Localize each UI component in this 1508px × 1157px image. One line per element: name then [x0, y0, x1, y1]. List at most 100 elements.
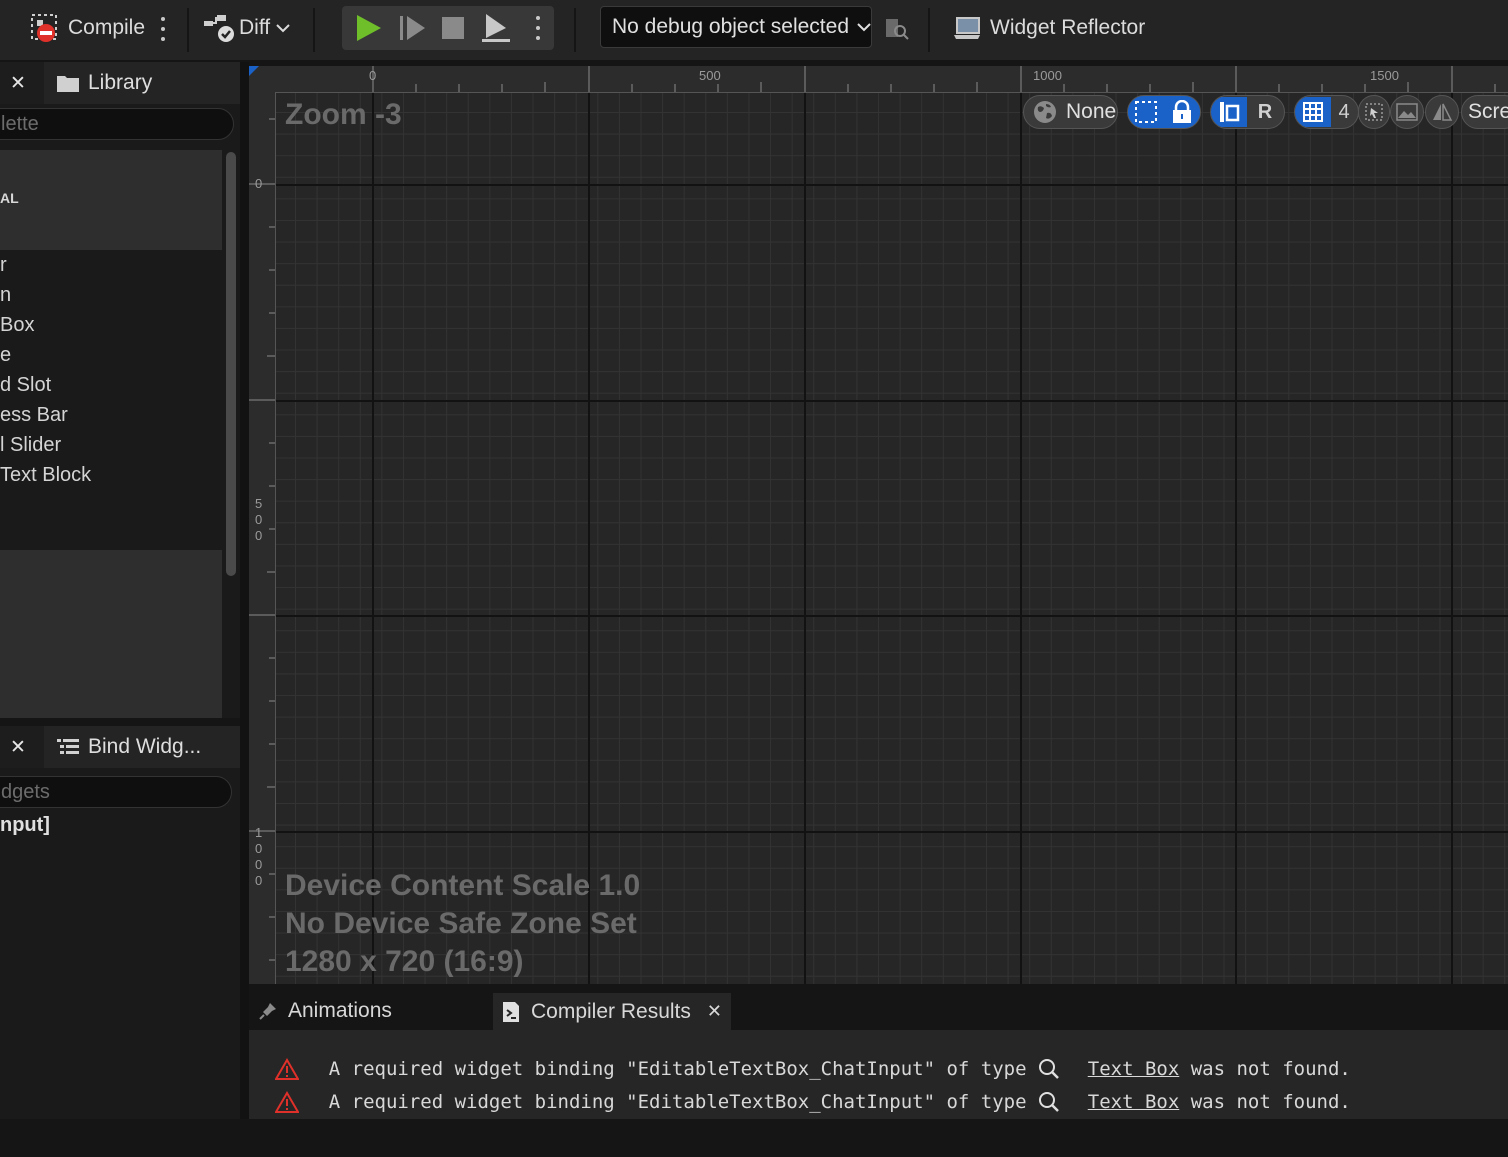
diff-button[interactable]: Diff	[203, 0, 290, 56]
grid-major-line	[275, 400, 1508, 402]
tab-compiler-results[interactable]: Compiler Results ✕	[493, 993, 731, 1030]
find-debug-object-icon[interactable]	[884, 15, 910, 41]
palette-category-header[interactable]: AL	[0, 150, 222, 250]
toolbar-divider	[574, 8, 576, 52]
grid-major-line	[588, 92, 590, 984]
grid-snap-group: 4	[1294, 95, 1359, 129]
render-transform-button[interactable]: R	[1247, 101, 1283, 124]
ruler-top[interactable]: 0 500 1000 1500	[249, 66, 1508, 93]
grid-snap-value[interactable]: 4	[1331, 101, 1357, 124]
close-icon[interactable]: ✕	[6, 726, 30, 768]
grid-major-line	[1020, 92, 1022, 984]
grid-major-line	[1451, 92, 1453, 984]
play-options-icon[interactable]	[531, 13, 545, 43]
grid-major-line	[275, 831, 1508, 833]
folder-icon	[56, 73, 80, 93]
palette-search-input[interactable]: lette	[0, 108, 234, 140]
diff-label: Diff	[239, 16, 271, 39]
left-panel: ✕ Library lette AL r n Box e d Slot ess …	[0, 62, 240, 1119]
panel-splitter[interactable]	[0, 718, 240, 726]
type-link[interactable]: Text Box	[1088, 1091, 1180, 1113]
compiler-message[interactable]: A required widget binding "EditableTextB…	[275, 1088, 1351, 1116]
palette-item[interactable]: ess Bar	[0, 400, 222, 430]
chevron-down-icon	[276, 23, 290, 33]
palette-item[interactable]: e	[0, 340, 222, 370]
screen-resolution: 1280 x 720 (16:9)	[285, 945, 524, 978]
hierarchy-root-item[interactable]: nput]	[0, 814, 50, 837]
palette-item[interactable]: d Slot	[0, 370, 222, 400]
hierarchy-list-icon	[56, 737, 80, 757]
palette-scrollbar[interactable]	[226, 152, 236, 576]
debug-object-dropdown[interactable]: No debug object selected	[600, 6, 872, 48]
debug-object-value: No debug object selected	[612, 15, 849, 38]
tab-library[interactable]: Library	[44, 62, 240, 104]
palette-item[interactable]: Box	[0, 310, 222, 340]
palette-item[interactable]: l Slider	[0, 430, 222, 460]
ruler-left[interactable]: 0 5 0 0 1 0 0 0	[249, 92, 276, 984]
grid-snap-icon[interactable]	[1295, 97, 1331, 127]
screen-size-label: Scre	[1468, 100, 1508, 123]
message-prefix: A required widget binding "EditableTextB…	[328, 1058, 1038, 1080]
message-suffix: was not found.	[1179, 1091, 1351, 1113]
device-safe-zone: No Device Safe Zone Set	[285, 907, 637, 940]
ruler-left-label: 0	[255, 176, 263, 191]
palette-list: r n Box e d Slot ess Bar l Slider Text B…	[0, 250, 222, 550]
warning-icon	[275, 1047, 321, 1157]
compiler-results-tab-label: Compiler Results	[531, 999, 691, 1023]
ruler-left-label: 1 0 0 0	[255, 825, 263, 888]
compiler-log-icon	[501, 1000, 521, 1024]
designer-grid[interactable]	[275, 92, 1508, 984]
chevron-down-icon	[857, 22, 871, 32]
ruler-top-label: 1000	[1033, 68, 1062, 83]
widget-reflector-button[interactable]: Widget Reflector	[952, 0, 1145, 56]
message-prefix: A required widget binding "EditableTextB…	[328, 1091, 1038, 1113]
compiler-message[interactable]: A required widget binding "EditableTextB…	[275, 1055, 1351, 1083]
background-image-icon[interactable]	[1390, 95, 1424, 129]
vertical-splitter[interactable]	[240, 62, 249, 1119]
compile-button[interactable]: Compile	[30, 0, 145, 56]
compile-label: Compile	[68, 16, 146, 39]
compile-error-icon	[30, 11, 64, 45]
type-link[interactable]: Text Box	[1088, 1058, 1180, 1080]
diff-icon	[203, 13, 235, 43]
palette-section-collapsed[interactable]	[0, 550, 222, 718]
toolbar-divider	[313, 8, 315, 52]
search-icon	[1038, 1047, 1084, 1157]
marquee-select-icon[interactable]	[1128, 97, 1164, 127]
screen-size-dropdown[interactable]: Scre	[1461, 95, 1508, 129]
toolbar-divider	[187, 8, 189, 52]
hierarchy-search-input[interactable]: dgets	[0, 776, 232, 808]
grid-major-line	[275, 615, 1508, 617]
world-space-toggle[interactable]: None	[1023, 95, 1118, 129]
tab-bind-widgets[interactable]: Bind Widg...	[44, 726, 240, 768]
palette-item[interactable]: n	[0, 280, 222, 310]
globe-icon	[1032, 99, 1058, 125]
palette-item[interactable]: Text Block	[0, 460, 222, 490]
grid-major-line	[1235, 92, 1237, 984]
locate-widget-icon[interactable]	[1358, 95, 1390, 129]
close-icon[interactable]: ✕	[6, 62, 30, 104]
advance-frame-icon[interactable]	[398, 14, 428, 42]
widget-reflector-icon	[952, 16, 982, 40]
hierarchy-tab-bar: ✕ Bind Widg...	[0, 726, 240, 768]
palette-item[interactable]: r	[0, 250, 222, 280]
play-icon[interactable]	[354, 13, 384, 43]
main-toolbar: Compile Diff No debug object selected Wi…	[0, 0, 1508, 62]
stop-icon[interactable]	[441, 16, 465, 40]
device-content-scale: Device Content Scale 1.0	[285, 869, 641, 902]
eject-possess-icon[interactable]	[480, 12, 512, 44]
palette-tab-bar: ✕ Library	[0, 62, 240, 104]
message-suffix: was not found.	[1179, 1058, 1351, 1080]
grid-major-line	[372, 92, 374, 984]
flip-mirror-icon[interactable]	[1425, 95, 1459, 129]
widget-reflector-label: Widget Reflector	[990, 16, 1146, 39]
compile-options-icon[interactable]	[156, 14, 170, 44]
lock-icon[interactable]	[1164, 97, 1200, 127]
library-tab-label: Library	[88, 71, 153, 94]
close-icon[interactable]: ✕	[707, 1001, 722, 1022]
layout-mode-group: R	[1210, 95, 1285, 129]
layout-transform-icon[interactable]	[1211, 97, 1247, 127]
ruler-top-label: 1500	[1370, 68, 1399, 83]
search-placeholder: lette	[1, 112, 39, 135]
toolbar-divider	[928, 8, 930, 52]
